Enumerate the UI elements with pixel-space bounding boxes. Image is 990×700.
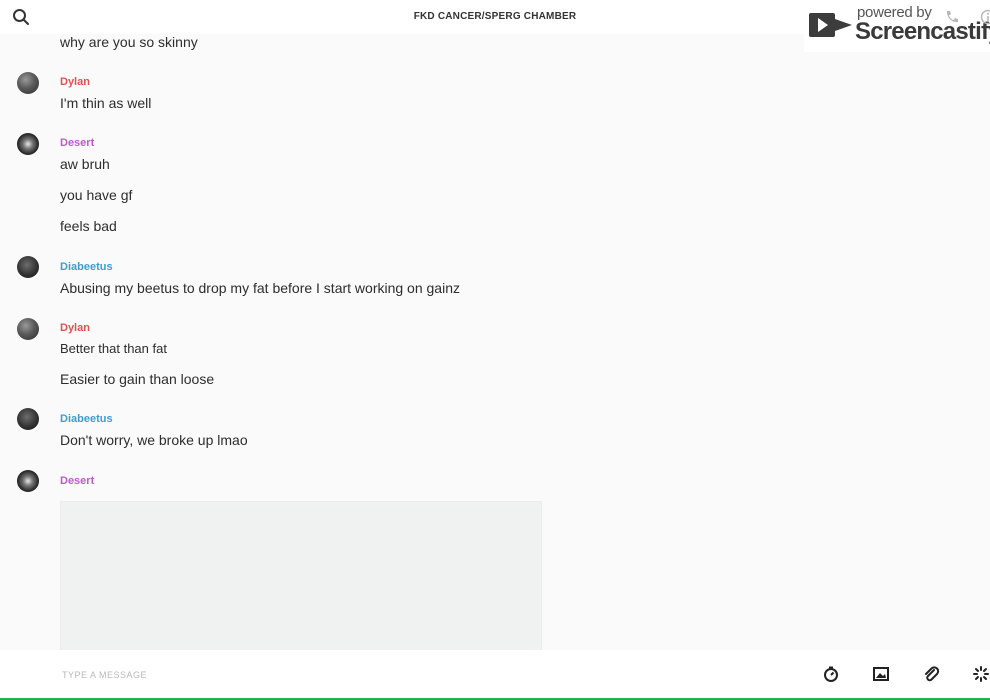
author-name[interactable]: Dylan [60, 76, 90, 88]
author-name[interactable]: Diabeetus [60, 413, 113, 425]
author-name[interactable]: Desert [60, 137, 94, 149]
paperclip-icon[interactable] [922, 665, 940, 683]
message-text: Abusing my beetus to drop my fat before … [60, 280, 460, 296]
author-name[interactable]: Desert [60, 475, 94, 487]
message-text: feels bad [60, 218, 117, 234]
message-text: Easier to gain than loose [60, 371, 215, 387]
avatar[interactable] [17, 256, 39, 278]
message-input[interactable] [60, 664, 664, 686]
message-text: aw bruh [60, 156, 110, 172]
message-text: you have gf [60, 187, 133, 203]
author-name[interactable]: Dylan [60, 322, 90, 334]
avatar[interactable] [17, 72, 39, 94]
phone-icon[interactable] [944, 9, 960, 25]
sparkle-icon[interactable] [972, 665, 990, 683]
timer-icon[interactable] [822, 665, 840, 683]
avatar[interactable] [17, 470, 39, 492]
avatar[interactable] [17, 318, 39, 340]
message-text: Don't worry, we broke up lmao [60, 432, 248, 448]
message-text: why are you so skinny [60, 34, 198, 50]
message-composer [0, 650, 990, 698]
image-icon[interactable] [872, 665, 890, 683]
message-text: Better that than fat [60, 341, 167, 356]
avatar[interactable] [17, 133, 39, 155]
author-name[interactable]: Diabeetus [60, 261, 113, 273]
image-attachment[interactable] [60, 501, 542, 650]
avatar[interactable] [17, 408, 39, 430]
message-text: I'm thin as well [60, 95, 152, 111]
message-list[interactable]: why are you so skinny Dylan I'm thin as … [0, 34, 990, 650]
info-icon[interactable] [980, 9, 990, 25]
